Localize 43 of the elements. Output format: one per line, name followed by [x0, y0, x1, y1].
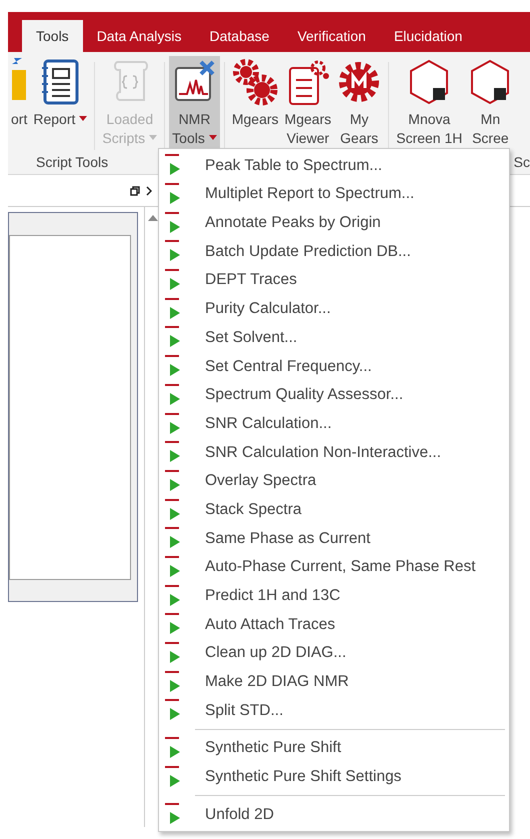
menu-item[interactable]: Purity Calculator... — [159, 294, 509, 324]
menu-item[interactable]: Annotate Peaks by Origin — [159, 208, 509, 238]
chevron-icon[interactable] — [146, 186, 152, 196]
menu-item[interactable]: Peak Table to Spectrum... — [159, 151, 509, 180]
ribbon-button[interactable]: My Gears — [334, 56, 384, 150]
ribbon-tab[interactable]: Data Analysis — [82, 20, 196, 52]
menu-item[interactable]: Batch Update Prediction DB... — [159, 237, 509, 266]
notebook-icon — [40, 58, 80, 106]
menu-item[interactable]: Overlay Spectra — [159, 466, 509, 496]
menu-item[interactable]: Make 2D DIAG NMR — [159, 667, 509, 696]
group-label: Script Tools — [36, 152, 108, 172]
ribbon-button[interactable]: Mgears Viewer — [282, 56, 334, 150]
ribbon-tab[interactable]: Elucidation — [380, 20, 476, 52]
ribbon-button[interactable]: Mnova Screen 1H — [393, 56, 466, 150]
ribbon-button[interactable]: Report — [30, 56, 90, 150]
ribbon-button[interactable]: NMR Tools — [169, 56, 220, 150]
gears-icon — [232, 58, 278, 106]
ribbon-button[interactable]: ort — [8, 56, 30, 150]
ribbon-button[interactable]: Mn Scree — [465, 56, 516, 150]
scroll-up-icon[interactable] — [148, 215, 158, 221]
menu-item[interactable]: Set Solvent... — [159, 323, 509, 352]
ribbon-tab[interactable]: Verification — [283, 20, 380, 52]
ribbon-tab[interactable]: Database — [196, 20, 284, 52]
menu-item[interactable]: Stack Spectra — [159, 495, 509, 524]
menu-item[interactable]: Spectrum Quality Assessor... — [159, 380, 509, 410]
menu-item[interactable]: Auto-Phase Current, Same Phase Rest — [159, 552, 509, 582]
menu-item[interactable]: SNR Calculation Non-Interactive... — [159, 438, 509, 467]
menu-item[interactable]: Split STD... — [159, 696, 509, 725]
menu-item[interactable]: Clean up 2D DIAG... — [159, 638, 509, 668]
restore-icon[interactable] — [130, 186, 140, 196]
group-label: Sc — [514, 152, 530, 172]
menu-item[interactable]: Multiplet Report to Spectrum... — [159, 180, 509, 208]
menu-item[interactable]: Synthetic Pure Shift Settings — [159, 762, 509, 792]
menu-item[interactable]: SNR Calculation... — [159, 409, 509, 438]
menu-item[interactable]: Predict 1H and 13C — [159, 581, 509, 610]
menu-item[interactable]: Synthetic Pure Shift — [159, 734, 509, 762]
ribbon-tab[interactable]: Tools — [22, 20, 83, 52]
menu-item[interactable]: Unfold 2D — [159, 800, 509, 829]
menu-item[interactable]: Same Phase as Current — [159, 524, 509, 553]
menu-item[interactable]: Set Central Frequency... — [159, 352, 509, 380]
menu-item[interactable]: Auto Attach Traces — [159, 610, 509, 639]
ribbon-button[interactable]: Mgears — [228, 56, 282, 150]
menu-item[interactable]: DEPT Traces — [159, 266, 509, 294]
